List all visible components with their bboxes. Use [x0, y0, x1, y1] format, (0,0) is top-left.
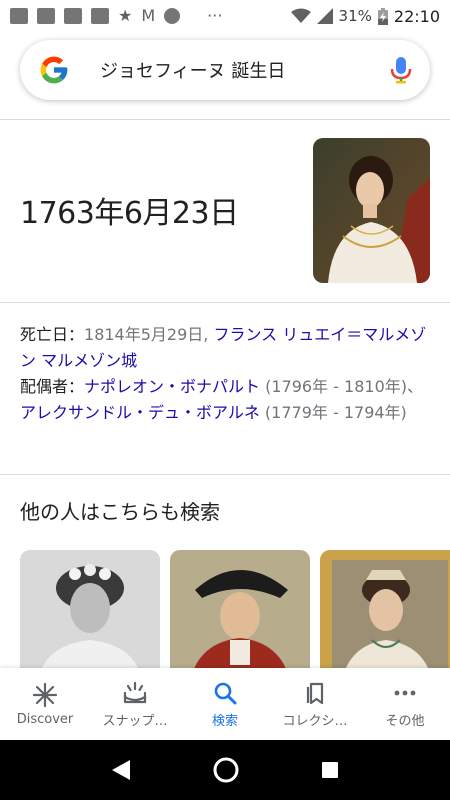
- google-logo-icon[interactable]: [38, 54, 70, 86]
- more-dots-icon: [394, 690, 416, 695]
- spouse-napoleon-link[interactable]: ナポレオン・ボナパルト: [84, 377, 260, 396]
- related-person-card[interactable]: [320, 550, 450, 680]
- related-searches-title: 他の人はこちらも検索: [20, 500, 220, 524]
- death-label: 死亡日：: [20, 325, 85, 344]
- spouse-label: 配偶者：: [20, 377, 85, 396]
- bookmarks-icon: [306, 682, 324, 704]
- search-bar[interactable]: ジョセフィーヌ 誕生日: [20, 40, 430, 100]
- tv-notification-icon: [91, 8, 109, 24]
- nav-collections[interactable]: コレクシ…: [270, 668, 360, 740]
- back-icon[interactable]: [110, 758, 132, 782]
- nav-discover[interactable]: Discover: [0, 668, 90, 740]
- nav-search-label: 検索: [211, 713, 238, 729]
- more-notifications-icon: ···: [207, 6, 223, 25]
- wifi-icon: [290, 8, 311, 23]
- divider: [0, 302, 450, 303]
- snapshot-icon: [123, 681, 147, 703]
- spouse-alexandre-years: (1779年 - 1794年): [259, 403, 407, 422]
- nav-search[interactable]: 検索: [180, 668, 270, 740]
- recents-icon[interactable]: [320, 760, 340, 780]
- microphone-icon[interactable]: [390, 55, 412, 85]
- wallet-notification-icon: [64, 8, 82, 24]
- nav-more[interactable]: その他: [360, 668, 450, 740]
- clock: 22:10: [393, 6, 440, 26]
- status-bar-notifications: ★ M ···: [10, 8, 222, 24]
- search-icon: [214, 682, 237, 704]
- mail-notification-icon: [10, 8, 28, 24]
- asterisk-icon: [32, 682, 58, 707]
- battery-percent: 31%: [338, 7, 372, 25]
- birth-date-answer: 1763年6月23日: [20, 196, 239, 231]
- portrait-image[interactable]: [313, 138, 430, 283]
- divider: [0, 474, 450, 475]
- related-person-card[interactable]: [170, 550, 310, 680]
- star-icon: ★: [118, 6, 133, 25]
- nav-collections-label: コレクシ…: [282, 713, 348, 729]
- nav-snapshot-label: スナップ…: [102, 713, 168, 729]
- status-bar: ★ M ··· 31% 22:10: [0, 0, 450, 32]
- home-icon[interactable]: [212, 756, 240, 784]
- spouse-napoleon-years: (1796年 - 1810年)、: [260, 377, 423, 396]
- bottom-navigation: Discover スナップ… 検索 コレクシ… その他: [0, 668, 450, 740]
- mail-notification-icon: [37, 8, 55, 24]
- divider: [0, 110, 450, 120]
- gmail-icon: M: [141, 6, 156, 25]
- search-query-text[interactable]: ジョセフィーヌ 誕生日: [100, 57, 390, 83]
- death-date: 1814年5月29日,: [84, 325, 214, 344]
- status-bar-system: 31% 22:10: [290, 6, 440, 26]
- signal-icon: [316, 8, 333, 24]
- spouse-fact: 配偶者：ナポレオン・ボナパルト (1796年 - 1810年)、アレクサンドル・…: [20, 374, 430, 426]
- nav-more-label: その他: [385, 713, 425, 729]
- death-fact: 死亡日：1814年5月29日, フランス リュエイ＝マルメゾン マルメゾン城: [20, 322, 430, 374]
- spouse-alexandre-link[interactable]: アレクサンドル・デュ・ボアルネ: [20, 403, 260, 422]
- system-navigation-bar: [0, 740, 450, 800]
- nav-snapshot[interactable]: スナップ…: [90, 668, 180, 740]
- knowledge-facts: 死亡日：1814年5月29日, フランス リュエイ＝マルメゾン マルメゾン城 配…: [20, 322, 430, 426]
- battery-charging-icon: [377, 7, 388, 25]
- cloud-icon: [164, 8, 181, 24]
- nav-discover-label: Discover: [16, 711, 74, 727]
- related-person-card[interactable]: [20, 550, 160, 680]
